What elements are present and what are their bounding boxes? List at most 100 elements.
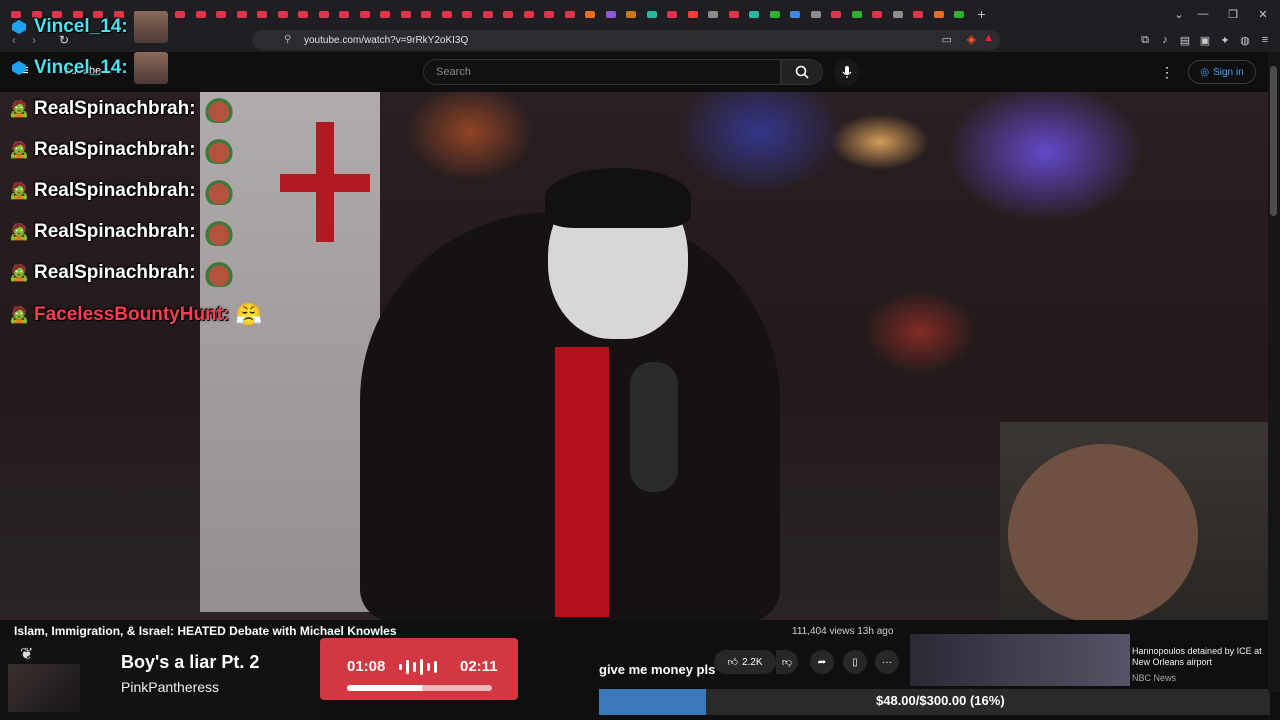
host-shirt xyxy=(555,347,609,617)
browser-tab[interactable] xyxy=(765,0,786,28)
browser-tab[interactable] xyxy=(560,0,581,28)
like-count: 2.2K xyxy=(741,656,763,668)
browser-tab[interactable] xyxy=(908,0,929,28)
search-button[interactable] xyxy=(781,59,823,85)
browser-tab[interactable] xyxy=(847,0,868,28)
browser-tab[interactable] xyxy=(416,0,437,28)
music-icon[interactable]: ♪ xyxy=(1158,33,1172,47)
browser-tab[interactable] xyxy=(867,0,888,28)
browser-tab[interactable] xyxy=(191,0,212,28)
browser-tab[interactable] xyxy=(355,0,376,28)
scrollbar-thumb[interactable] xyxy=(1270,66,1277,216)
like-button[interactable]: 👍︎ 2.2K xyxy=(714,650,776,674)
browser-tab[interactable] xyxy=(539,0,560,28)
browser-tab[interactable] xyxy=(375,0,396,28)
tab-favicon-icon xyxy=(359,10,370,18)
browser-tab[interactable] xyxy=(662,0,683,28)
more-options-icon[interactable]: ⋮ xyxy=(1160,64,1174,81)
album-art xyxy=(8,664,80,712)
news-headline[interactable]: Hannopoulos detained by ICE at New Orlea… xyxy=(1132,646,1272,668)
tab-favicon-icon xyxy=(687,10,698,18)
share-button[interactable]: ➦ xyxy=(810,650,834,674)
browser-tab[interactable] xyxy=(437,0,458,28)
tab-favicon-icon xyxy=(462,10,473,18)
minimize-icon[interactable]: — xyxy=(1188,0,1218,28)
browser-tab[interactable] xyxy=(457,0,478,28)
browser-tab[interactable] xyxy=(519,0,540,28)
tab-favicon-icon xyxy=(728,10,739,18)
browser-tab[interactable] xyxy=(949,0,970,28)
close-icon[interactable]: ✕ xyxy=(1248,0,1278,28)
browser-tab[interactable] xyxy=(621,0,642,28)
page-scrollbar[interactable] xyxy=(1268,52,1280,692)
vpn-icon[interactable]: ◍ xyxy=(1238,33,1252,47)
browser-tab[interactable] xyxy=(498,0,519,28)
search-input[interactable]: Search xyxy=(423,59,781,85)
tab-favicon-icon xyxy=(482,10,493,18)
share-icon: ➦ xyxy=(817,656,827,668)
video-player[interactable] xyxy=(0,92,1270,620)
chat-message: Vincel_14: xyxy=(10,10,168,44)
browser-tab[interactable] xyxy=(806,0,827,28)
tomato-emote-icon xyxy=(203,218,234,246)
browser-tab[interactable] xyxy=(478,0,499,28)
url-field[interactable]: ⚲ youtube.com/watch?v=9rRkY2oKI3Q ▭ ◈ ▲ xyxy=(252,30,1000,50)
browser-tab[interactable] xyxy=(396,0,417,28)
restore-icon[interactable]: ❐ xyxy=(1218,0,1248,28)
tab-favicon-icon xyxy=(175,10,186,18)
browser-tab[interactable] xyxy=(642,0,663,28)
browser-tab[interactable] xyxy=(252,0,273,28)
tab-favicon-icon xyxy=(298,10,309,18)
dislike-button[interactable]: 👎︎ xyxy=(776,650,798,674)
tab-favicon-icon xyxy=(790,10,801,18)
music-seek-fill xyxy=(347,685,423,691)
browser-tab[interactable] xyxy=(293,0,314,28)
brave-shield-icon[interactable]: ◈ xyxy=(967,32,976,46)
more-actions-button[interactable]: ··· xyxy=(875,650,899,674)
audio-wave-icon xyxy=(399,658,437,676)
leo-icon[interactable]: ✦ xyxy=(1218,33,1232,47)
browser-tab[interactable] xyxy=(601,0,622,28)
sidebar-icon[interactable]: ▤ xyxy=(1178,33,1192,47)
news-source: NBC News xyxy=(1132,673,1177,683)
chat-username: RealSpinachbrah: xyxy=(34,262,196,283)
browser-tab[interactable] xyxy=(580,0,601,28)
browser-tab[interactable] xyxy=(211,0,232,28)
browser-tab[interactable] xyxy=(724,0,745,28)
brave-rewards-icon[interactable]: ▲ xyxy=(983,32,994,44)
tab-favicon-icon xyxy=(564,10,575,18)
chat-badge-icon: 🧟 xyxy=(9,101,29,118)
save-button[interactable]: ▯ xyxy=(843,650,867,674)
tab-favicon-icon xyxy=(605,10,616,18)
news-thumbnail[interactable] xyxy=(910,634,1130,686)
browser-tab[interactable] xyxy=(888,0,909,28)
browser-tab[interactable] xyxy=(334,0,355,28)
browser-tab[interactable] xyxy=(744,0,765,28)
song-title: Boy's a liar Pt. 2 xyxy=(121,652,260,672)
browser-tab[interactable] xyxy=(826,0,847,28)
browser-tab[interactable] xyxy=(314,0,335,28)
browser-tab[interactable] xyxy=(929,0,950,28)
cast-icon[interactable]: ▭ xyxy=(942,33,952,46)
browser-tab[interactable] xyxy=(273,0,294,28)
chat-username: RealSpinachbrah: xyxy=(34,180,196,201)
site-info-icon[interactable]: ⚲ xyxy=(284,34,291,45)
browser-tab[interactable] xyxy=(170,0,191,28)
tomato-emote-icon xyxy=(203,95,234,123)
browser-tab[interactable] xyxy=(703,0,724,28)
voice-search-button[interactable] xyxy=(834,59,860,85)
streamer-head xyxy=(1008,444,1198,620)
tab-favicon-icon xyxy=(236,10,247,18)
browser-tab[interactable] xyxy=(785,0,806,28)
tomato-emote-icon xyxy=(203,259,234,287)
chat-username: RealSpinachbrah: xyxy=(34,221,196,242)
video-stats: 111,404 views 13h ago xyxy=(792,626,893,637)
browser-tab[interactable] xyxy=(683,0,704,28)
menu-icon[interactable]: ≡ xyxy=(1258,33,1272,47)
music-seek-bar[interactable] xyxy=(347,685,492,691)
browser-tab[interactable] xyxy=(232,0,253,28)
sign-in-button[interactable]: ◎ Sign in xyxy=(1188,60,1256,84)
wallet-icon[interactable]: ▣ xyxy=(1198,33,1212,47)
extension-icon[interactable]: ⧉ xyxy=(1138,33,1152,47)
new-tab-button[interactable]: + xyxy=(970,6,994,22)
